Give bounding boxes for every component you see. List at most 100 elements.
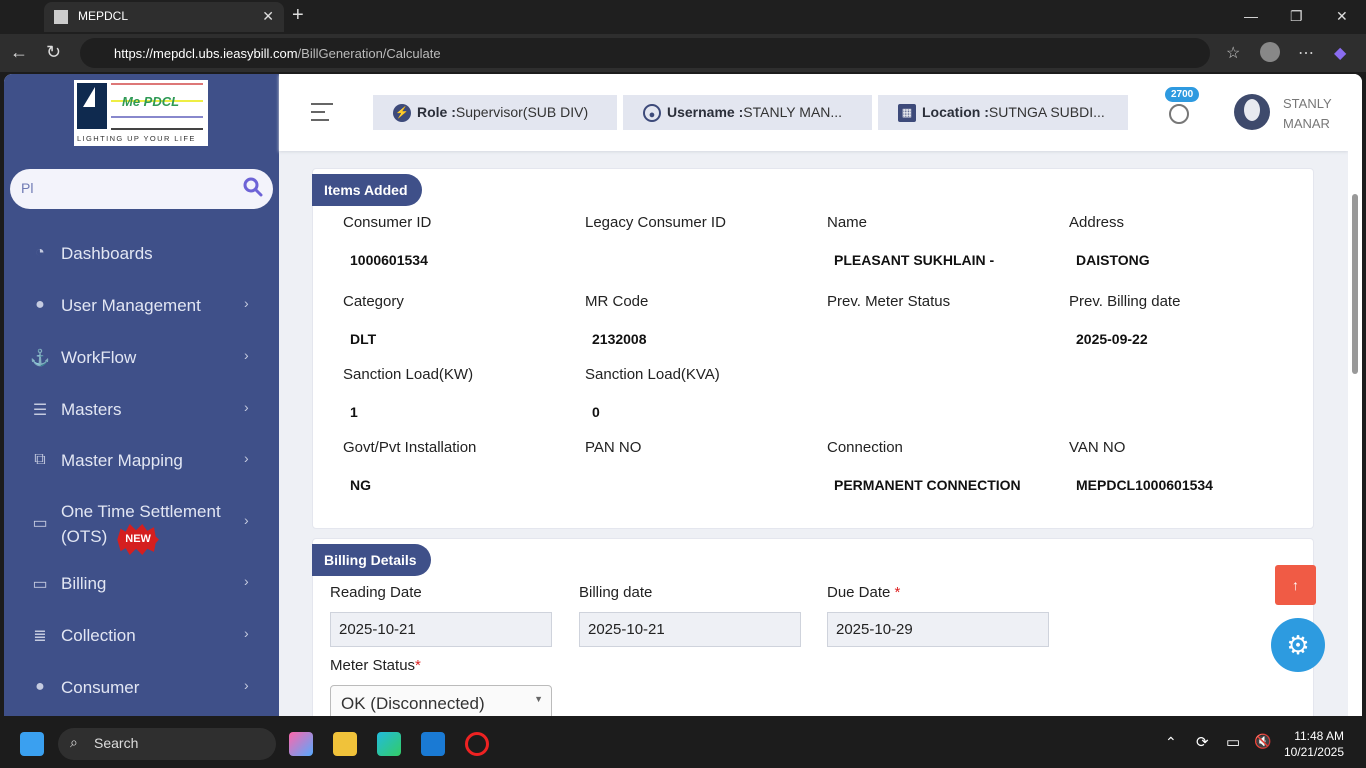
sidebar-item-collection[interactable]: ≣ Collection › — [4, 616, 279, 656]
field-value: PLEASANT SUKHLAIN - — [834, 252, 995, 268]
opera-icon[interactable] — [465, 732, 489, 756]
menu-label: Consumer — [61, 678, 140, 697]
due-date-input[interactable]: 2025-10-29 — [827, 612, 1049, 647]
search-icon[interactable] — [243, 177, 263, 197]
mail-icon[interactable] — [421, 732, 445, 756]
search-icon: ⌕ — [70, 734, 78, 750]
refresh-icon[interactable]: ↻ — [46, 42, 61, 63]
back-icon[interactable]: ← — [10, 42, 28, 63]
field-label: Prev. Meter Status — [827, 293, 951, 310]
notification-count-badge: 2700 — [1165, 87, 1200, 102]
clock-icon[interactable] — [1169, 104, 1189, 124]
new-tab-icon[interactable]: + — [292, 4, 304, 27]
field-value: DAISTONG — [1076, 252, 1150, 268]
avatar[interactable] — [1234, 94, 1270, 130]
file-explorer-icon[interactable] — [333, 732, 357, 756]
field-value: 1 — [350, 404, 358, 420]
menu-label: Dashboards — [61, 244, 153, 263]
field-label: Sanction Load(KVA) — [585, 366, 720, 383]
taskbar-search[interactable]: ⌕ Search — [58, 728, 276, 760]
reading-date-input[interactable]: 2025-10-21 — [330, 612, 552, 647]
copilot-icon[interactable] — [289, 732, 313, 756]
minimize-icon[interactable]: — — [1244, 8, 1258, 24]
list-ol-icon: ≣ — [33, 628, 47, 645]
field-value: MEPDCL1000601534 — [1076, 477, 1213, 493]
taskbar: ⌕ Search ⌃ ⟳ ▭ 🔇 11:48 AM 10/21/2025 — [0, 720, 1366, 768]
more-icon[interactable]: ⋯ — [1298, 43, 1314, 63]
field-value: NG — [350, 477, 371, 493]
address-bar[interactable]: https://mepdcl.ubs.ieasybill.com/BillGen… — [80, 38, 1210, 68]
network-icon[interactable]: ▭ — [1226, 733, 1240, 751]
user-circle-icon: ● — [643, 104, 661, 122]
url-path: /BillGeneration/Calculate — [297, 46, 441, 61]
field-value: DLT — [350, 331, 377, 347]
sidebar-item-consumer[interactable]: ● Consumer › — [4, 668, 279, 708]
user-icon: ● — [35, 678, 45, 695]
tray-chevron-icon[interactable]: ⌃ — [1165, 734, 1177, 751]
billing-details-card: Billing Details Reading Date 2025-10-21 … — [312, 538, 1314, 716]
close-tab-icon[interactable]: ✕ — [262, 8, 274, 25]
volume-muted-icon[interactable]: 🔇 — [1254, 733, 1271, 750]
field-value: PERMANENT CONNECTION — [834, 477, 1021, 493]
menu-label: User Management — [61, 296, 201, 315]
favorites-icon[interactable]: ☆ — [1226, 43, 1240, 63]
sync-icon[interactable]: ⟳ — [1196, 733, 1209, 751]
sidebar-item-master-mapping[interactable]: ⧉ Master Mapping › — [4, 441, 279, 481]
menu-label-2: (OTS) — [61, 527, 108, 546]
sidebar-item-ots[interactable]: ▭ One Time Settlement (OTS) NEW › — [4, 499, 279, 555]
menu-label: WorkFlow — [61, 348, 137, 367]
sidebar-item-workflow[interactable]: ⚓ WorkFlow › — [4, 338, 279, 378]
required-mark: * — [894, 584, 901, 601]
due-date-label: Due Date * — [827, 584, 900, 601]
building-icon: ▦ — [898, 104, 916, 122]
scrollbar-thumb[interactable] — [1352, 194, 1358, 374]
chevron-right-icon: › — [244, 347, 249, 363]
hamburger-menu-icon[interactable] — [311, 103, 333, 127]
field-label: Name — [827, 214, 868, 231]
field-label: MR Code — [585, 293, 649, 310]
windows-start-icon[interactable] — [20, 732, 44, 756]
billing-date-label: Billing date — [579, 584, 653, 601]
page-scrollbar[interactable] — [1348, 74, 1362, 716]
gauge-icon: ◔ — [35, 244, 45, 261]
field-label: Govt/Pvt Installation — [343, 439, 477, 456]
field-label: VAN NO — [1069, 439, 1126, 456]
billing-date-input[interactable]: 2025-10-21 — [579, 612, 801, 647]
reading-date-label: Reading Date — [330, 584, 422, 601]
meter-status-select[interactable]: OK (Disconnected) ▼ — [330, 685, 552, 716]
user-first-name: STANLY — [1283, 96, 1332, 111]
server-icon: ☰ — [32, 402, 48, 419]
meter-status-text: Meter Status — [330, 657, 416, 674]
anchor-icon: ⚓ — [30, 350, 50, 367]
field-label: Category — [343, 293, 404, 310]
copilot-icon[interactable]: ◆ — [1334, 43, 1346, 63]
scroll-to-top-button[interactable]: ↑ — [1275, 565, 1316, 605]
time: 11:48 AM — [1294, 729, 1344, 743]
desktop-icon: ▭ — [32, 576, 48, 593]
menu-search-input[interactable]: Pl — [10, 169, 273, 209]
sidebar-item-dashboards[interactable]: ◔ Dashboards — [4, 234, 279, 274]
sidebar-item-masters[interactable]: ☰ Masters › — [4, 390, 279, 430]
user-name[interactable]: STANLY MANAR — [1283, 94, 1332, 134]
field-value: 2025-09-22 — [1076, 331, 1148, 347]
user-last-name: MANAR — [1283, 116, 1330, 131]
profile-icon[interactable] — [1260, 42, 1280, 62]
field-value: 1000601534 — [350, 252, 428, 268]
browser-toolbar: ← ↻ https://mepdcl.ubs.ieasybill.com/Bil… — [0, 34, 1366, 72]
required-mark: * — [415, 657, 421, 674]
location-pill: ▦ Location :SUTNGA SUBDI... — [878, 95, 1128, 130]
restore-icon[interactable]: ❐ — [1290, 8, 1303, 25]
sidebar-item-billing[interactable]: ▭ Billing › — [4, 564, 279, 604]
sidebar: Me PDCL LIGHTING UP YOUR LIFE Pl ◔ Dashbo… — [4, 74, 279, 716]
desktop-icon: ▭ — [32, 515, 48, 532]
browser-tab[interactable]: MEPDCL ✕ — [44, 2, 284, 32]
clock[interactable]: 11:48 AM 10/21/2025 — [1284, 728, 1344, 760]
sidebar-item-user-management[interactable]: ● User Management › — [4, 286, 279, 326]
dropdown-arrow-icon: ▼ — [534, 694, 543, 704]
edge-icon[interactable] — [377, 732, 401, 756]
close-window-icon[interactable]: ✕ — [1336, 8, 1348, 25]
settings-gear-button[interactable]: ⚙ — [1271, 618, 1325, 672]
mepdcl-logo[interactable]: Me PDCL LIGHTING UP YOUR LIFE — [74, 80, 208, 146]
billing-details-title: Billing Details — [312, 544, 431, 576]
chevron-right-icon: › — [244, 677, 249, 693]
